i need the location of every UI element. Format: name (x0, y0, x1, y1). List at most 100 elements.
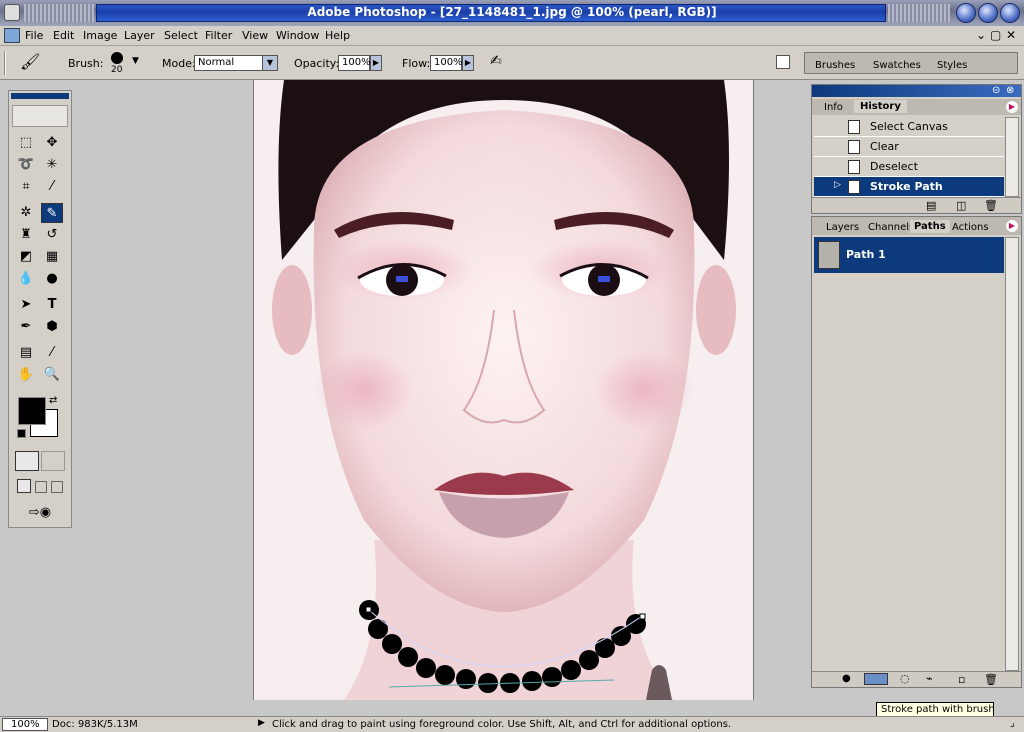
slice-tool-icon[interactable]: ⁄ (41, 177, 63, 197)
healing-brush-tool-icon[interactable]: ✲ (15, 203, 37, 223)
tab-paths[interactable]: Paths (910, 220, 950, 233)
stamp-tool-icon[interactable]: ♜ (15, 225, 37, 245)
new-path-icon[interactable]: ▫ (958, 673, 965, 686)
eyedropper-tool-icon[interactable]: ⁄ (41, 343, 63, 363)
new-document-from-state-icon[interactable]: ▤ (926, 199, 936, 212)
paths-scrollbar[interactable] (1005, 237, 1019, 671)
magic-wand-tool-icon[interactable]: ✳ (41, 155, 63, 175)
default-colors-icon[interactable] (17, 429, 26, 438)
history-trash-icon[interactable]: 🗑 (984, 199, 998, 212)
opacity-slider-icon[interactable]: ▶ (370, 55, 382, 71)
history-close-icon[interactable]: ⊗ (1006, 85, 1014, 96)
tab-styles[interactable]: Styles (937, 60, 967, 71)
brush-size: 20 (111, 65, 123, 75)
brush-tool-icon[interactable]: ✎ (41, 203, 63, 223)
path-selection-tool-icon[interactable]: ➤ (15, 295, 37, 315)
menu-layer[interactable]: Layer (124, 29, 155, 42)
snapshot-icon[interactable]: ◫ (956, 199, 966, 212)
doc-restore-icon[interactable]: ▢ (990, 28, 1001, 42)
foreground-color-swatch[interactable] (18, 397, 46, 425)
menu-view[interactable]: View (242, 29, 268, 42)
history-state-icon (848, 140, 860, 154)
doc-close-icon[interactable]: ✕ (1006, 28, 1016, 42)
menu-help[interactable]: Help (325, 29, 350, 42)
tab-swatches[interactable]: Swatches (873, 60, 921, 71)
tab-actions[interactable]: Actions (952, 222, 989, 233)
menu-image[interactable]: Image (83, 29, 117, 42)
fullscreen-menu-icon[interactable] (35, 481, 47, 493)
mode-dropdown-icon[interactable]: ▼ (262, 55, 278, 71)
flow-slider-icon[interactable]: ▶ (462, 55, 474, 71)
history-item-selected[interactable]: ▷ Stroke Path (814, 177, 1004, 197)
make-work-path-icon[interactable]: ⌁ (926, 672, 933, 685)
doc-minimize-icon[interactable]: ⌄ (976, 28, 986, 42)
document-icon[interactable] (4, 28, 20, 43)
tab-info[interactable]: Info (824, 102, 843, 113)
flow-field[interactable]: 100% (430, 55, 463, 71)
pen-tool-icon[interactable]: ✒ (15, 317, 37, 337)
menu-window[interactable]: Window (276, 29, 319, 42)
history-brush-tool-icon[interactable]: ↺ (41, 225, 63, 245)
shape-tool-icon[interactable]: ⬢ (41, 317, 63, 337)
history-scrollbar[interactable] (1005, 117, 1019, 197)
fill-path-icon[interactable]: ● (842, 673, 851, 684)
menu-file[interactable]: File (25, 29, 43, 42)
window-title: Adobe Photoshop - [27_1148481_1.jpg @ 10… (307, 5, 717, 19)
history-item[interactable]: Deselect (814, 157, 1004, 177)
doc-size: Doc: 983K/5.13M (52, 719, 138, 730)
menu-edit[interactable]: Edit (53, 29, 74, 42)
tab-brushes[interactable]: Brushes (815, 60, 855, 71)
resize-grip-icon[interactable]: ⌟ (1010, 718, 1015, 729)
menu-select[interactable]: Select (164, 29, 198, 42)
notes-tool-icon[interactable]: ▤ (15, 343, 37, 363)
gradient-tool-icon[interactable]: ▦ (41, 247, 63, 267)
history-menu-icon[interactable]: ▶ (1006, 101, 1018, 113)
document-canvas[interactable] (253, 80, 754, 700)
paths-trash-icon[interactable]: 🗑 (984, 673, 998, 686)
quick-mask-mode-icon[interactable] (41, 451, 65, 471)
tab-layers[interactable]: Layers (826, 222, 859, 233)
zoom-field[interactable]: 100% (2, 718, 48, 731)
menu-filter[interactable]: Filter (205, 29, 232, 42)
crop-tool-icon[interactable]: ⌗ (15, 177, 37, 197)
brush-dropdown-icon[interactable]: ▼ (132, 56, 139, 66)
opacity-field[interactable]: 100% (338, 55, 371, 71)
history-item[interactable]: Clear (814, 137, 1004, 157)
toolbox-titlebar (11, 93, 69, 99)
load-path-as-selection-icon[interactable]: ◌ (900, 672, 910, 685)
close-icon[interactable] (1000, 3, 1020, 23)
blur-tool-icon[interactable]: 💧 (15, 269, 37, 289)
history-item[interactable]: Select Canvas (814, 117, 1004, 137)
stroke-path-icon[interactable] (864, 673, 888, 685)
history-minimize-icon[interactable]: ⊝ (992, 85, 1000, 96)
jump-to-imageready-icon[interactable]: ⇨◉ (15, 503, 65, 523)
status-menu-icon[interactable]: ▶ (258, 718, 265, 728)
history-item-label: Select Canvas (870, 120, 948, 133)
type-tool-icon[interactable]: T (41, 295, 63, 315)
zoom-tool-icon[interactable]: 🔍 (41, 365, 63, 385)
maximize-icon[interactable] (978, 3, 998, 23)
swap-colors-icon[interactable]: ⇄ (49, 395, 57, 406)
minimize-icon[interactable] (956, 3, 976, 23)
photoshop-logo-icon[interactable] (12, 105, 68, 127)
hand-tool-icon[interactable]: ✋ (15, 365, 37, 385)
dodge-tool-icon[interactable]: ● (41, 269, 63, 289)
brush-tool-preset-icon[interactable]: 🖌 (20, 52, 40, 71)
fullscreen-icon[interactable] (51, 481, 63, 493)
lasso-tool-icon[interactable]: ➰ (15, 155, 37, 175)
paths-menu-icon[interactable]: ▶ (1006, 220, 1018, 232)
path-item-selected[interactable]: Path 1 (814, 237, 1004, 273)
mode-select[interactable]: Normal (194, 55, 266, 71)
standard-mode-icon[interactable] (15, 451, 39, 471)
brush-dot-icon[interactable] (111, 52, 123, 64)
mode-label: Mode: (162, 57, 196, 70)
airbrush-icon[interactable]: ✍ (490, 53, 502, 69)
tab-channels[interactable]: Channels (868, 222, 914, 233)
standard-screen-icon[interactable] (17, 479, 31, 493)
tab-history[interactable]: History (854, 100, 907, 113)
eraser-tool-icon[interactable]: ◩ (15, 247, 37, 267)
move-tool-icon[interactable]: ✥ (41, 133, 63, 153)
path-item-label: Path 1 (846, 248, 886, 261)
palette-menu-icon[interactable] (776, 55, 790, 69)
marquee-tool-icon[interactable]: ⬚ (15, 133, 37, 153)
